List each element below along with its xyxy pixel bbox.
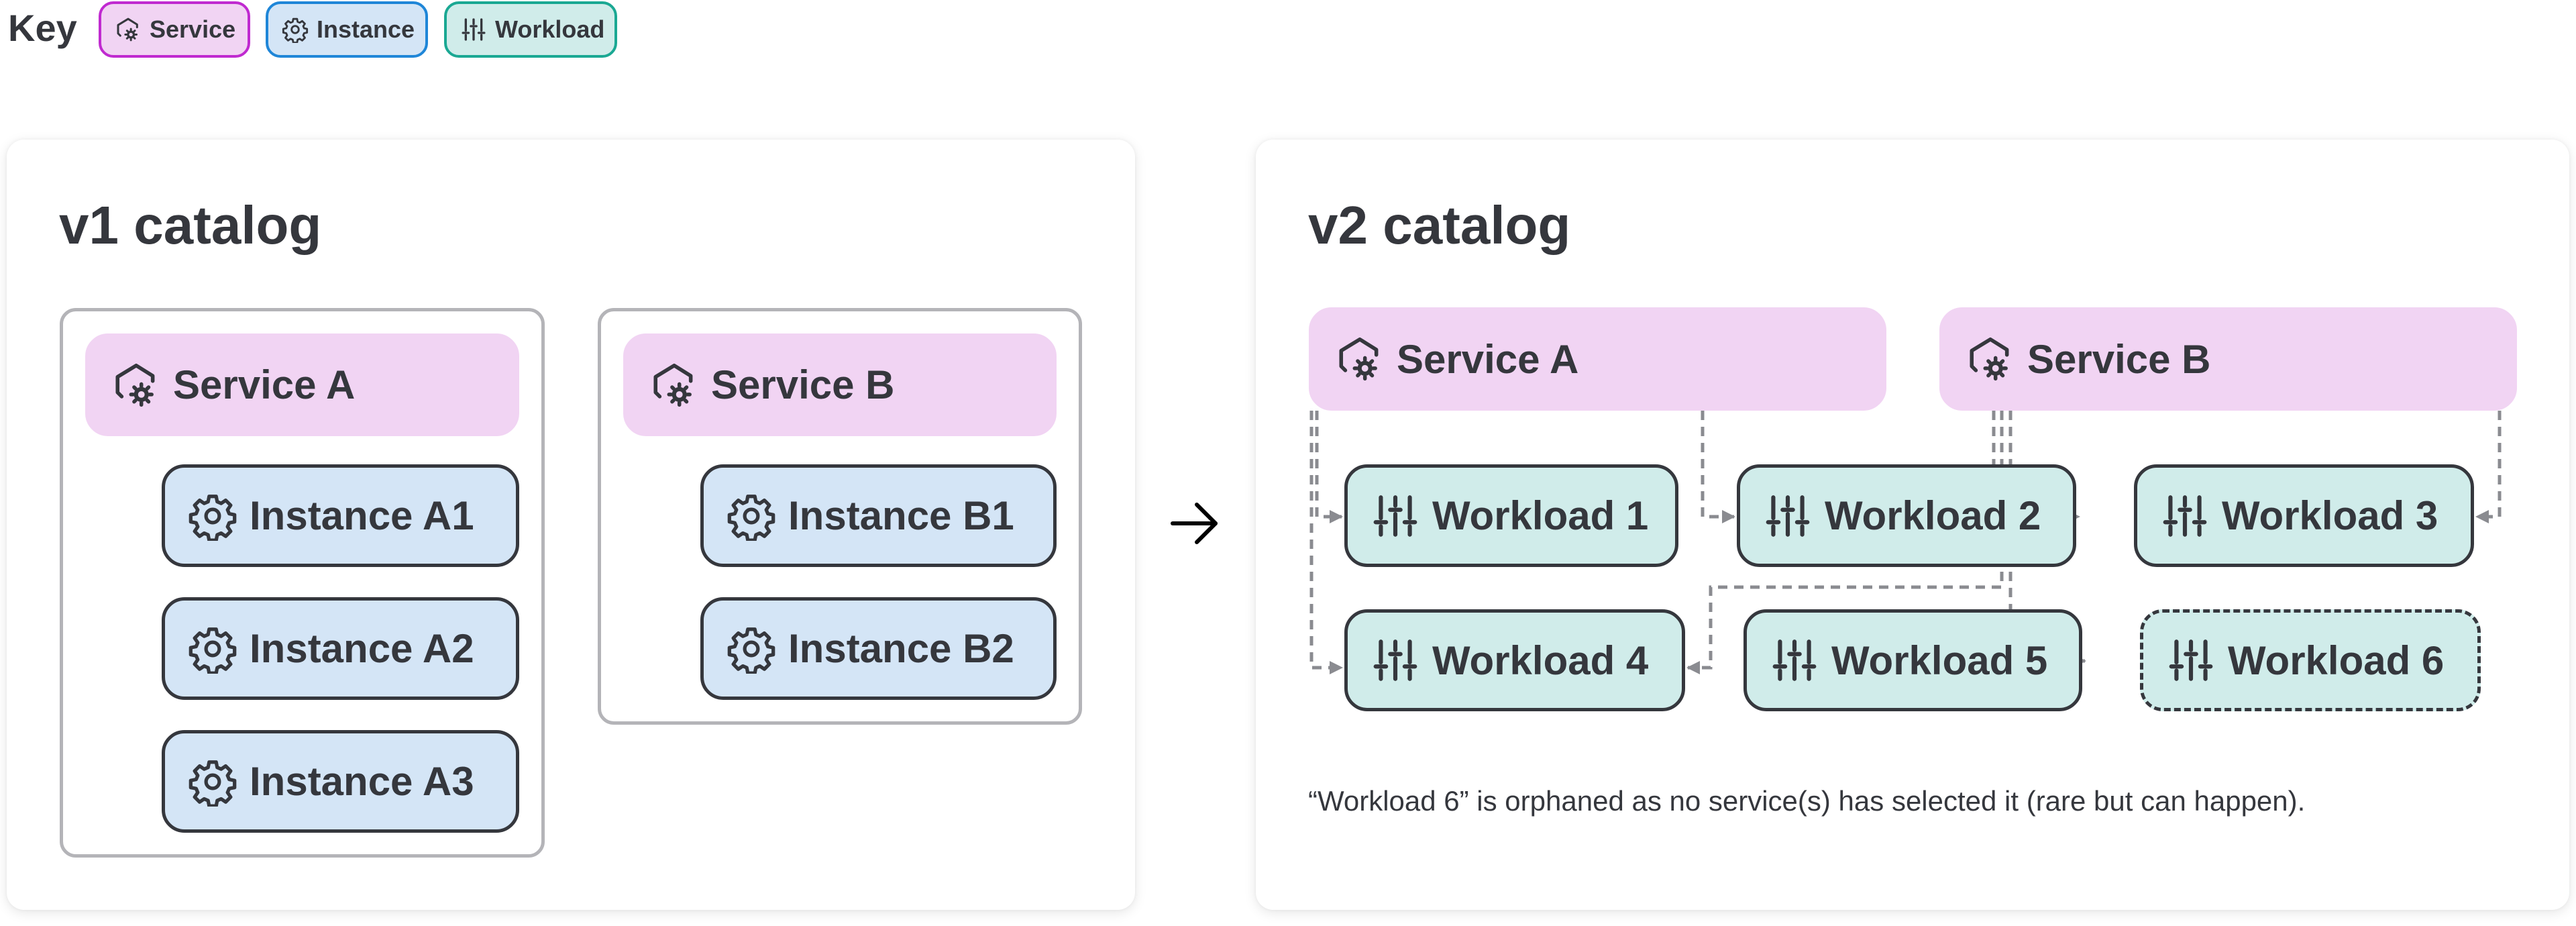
v1-service-a[interactable]: Service A bbox=[85, 333, 519, 436]
v1-service-b[interactable]: Service B bbox=[623, 333, 1057, 436]
sliders-icon bbox=[1770, 635, 1819, 685]
node-label: Service B bbox=[2027, 336, 2211, 382]
node-label: Service B bbox=[711, 362, 895, 407]
gear-icon bbox=[727, 624, 776, 674]
service-icon bbox=[111, 360, 161, 410]
v2-workload-6-orphaned[interactable]: Workload 6 bbox=[2140, 609, 2481, 711]
orphan-caption: “Workload 6” is orphaned as no service(s… bbox=[1308, 785, 2306, 817]
node-label: Instance B2 bbox=[788, 626, 1014, 671]
service-icon bbox=[1966, 334, 2015, 384]
node-label: Workload 1 bbox=[1432, 493, 1649, 538]
v1-instance-b2[interactable]: Instance B2 bbox=[700, 597, 1057, 700]
gear-icon bbox=[282, 16, 309, 43]
node-label: Instance A2 bbox=[250, 626, 474, 671]
node-label: Instance B1 bbox=[788, 493, 1014, 538]
v2-workload-4[interactable]: Workload 4 bbox=[1344, 609, 1685, 711]
node-label: Workload 6 bbox=[2228, 637, 2445, 683]
key-chip-workload: Workload bbox=[444, 1, 617, 58]
service-icon bbox=[1335, 334, 1385, 384]
v1-instance-b1[interactable]: Instance B1 bbox=[700, 464, 1057, 567]
v1-instance-a1[interactable]: Instance A1 bbox=[162, 464, 519, 567]
node-label: Workload 4 bbox=[1432, 637, 1649, 683]
key-chip-label: Instance bbox=[317, 15, 415, 43]
key-title: Key bbox=[8, 7, 77, 49]
v2-service-b[interactable]: Service B bbox=[1939, 307, 2517, 411]
node-label: Workload 5 bbox=[1831, 637, 2048, 683]
v2-workload-3[interactable]: Workload 3 bbox=[2134, 464, 2474, 567]
node-label: Instance A3 bbox=[250, 759, 474, 804]
v2-catalog-title: v2 catalog bbox=[1308, 195, 1571, 255]
sliders-icon bbox=[1371, 635, 1420, 685]
node-label: Workload 3 bbox=[2222, 493, 2438, 538]
sliders-icon bbox=[1763, 491, 1813, 541]
node-label: Service A bbox=[173, 362, 356, 407]
transition-arrow-icon bbox=[1171, 503, 1218, 544]
service-icon bbox=[649, 360, 699, 410]
sliders-icon bbox=[2166, 635, 2216, 685]
v1-instance-a2[interactable]: Instance A2 bbox=[162, 597, 519, 700]
node-label: Service A bbox=[1397, 336, 1579, 382]
key-chip-label: Service bbox=[150, 15, 236, 43]
key-chip-service: Service bbox=[99, 1, 250, 58]
gear-icon bbox=[188, 624, 237, 674]
v2-workload-2[interactable]: Workload 2 bbox=[1737, 464, 2076, 567]
v2-workload-5[interactable]: Workload 5 bbox=[1743, 609, 2082, 711]
gear-icon bbox=[188, 757, 237, 807]
gear-icon bbox=[727, 491, 776, 541]
gear-icon bbox=[188, 491, 237, 541]
node-label: Workload 2 bbox=[1825, 493, 2041, 538]
key-chip-label: Workload bbox=[495, 15, 605, 43]
v1-instance-a3[interactable]: Instance A3 bbox=[162, 730, 519, 833]
v1-catalog-title: v1 catalog bbox=[59, 195, 322, 255]
sliders-icon bbox=[1371, 491, 1420, 541]
service-icon bbox=[115, 16, 142, 43]
sliders-icon bbox=[460, 16, 487, 43]
v2-service-a[interactable]: Service A bbox=[1309, 307, 1886, 411]
key-chip-instance: Instance bbox=[266, 1, 428, 58]
sliders-icon bbox=[2160, 491, 2210, 541]
node-label: Instance A1 bbox=[250, 493, 474, 538]
v2-workload-1[interactable]: Workload 1 bbox=[1344, 464, 1678, 567]
